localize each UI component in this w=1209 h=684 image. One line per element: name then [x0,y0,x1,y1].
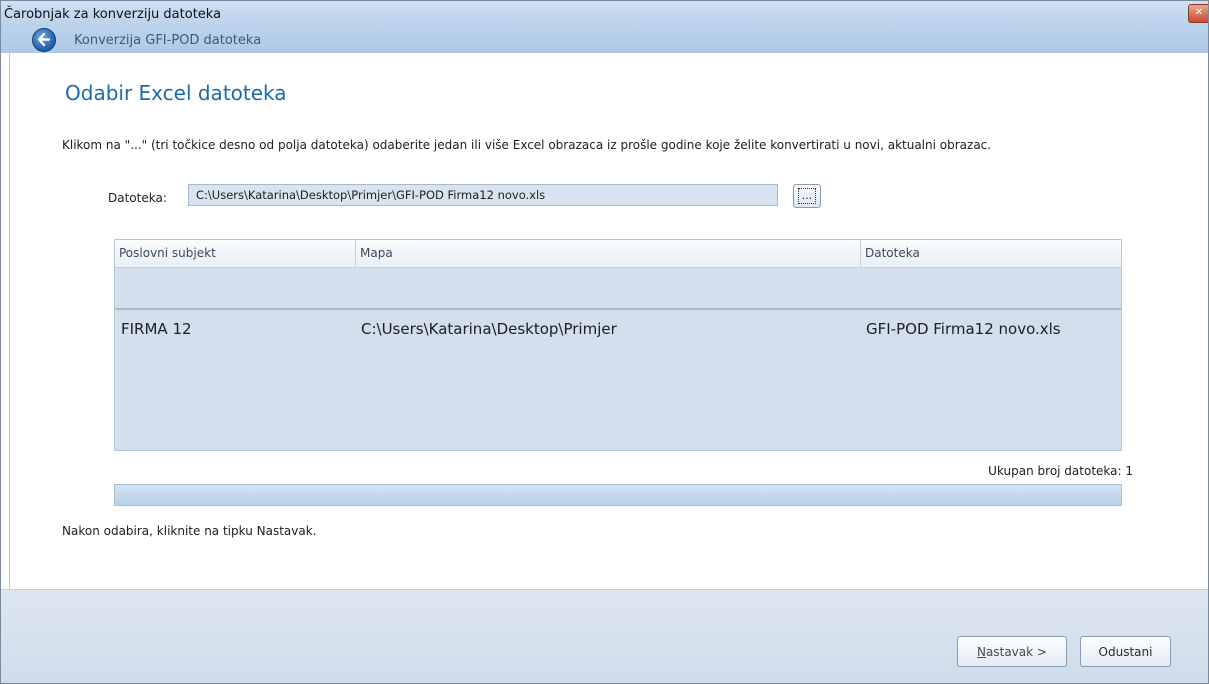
cell-subject: FIRMA 12 [121,320,192,338]
file-path-field[interactable]: C:\Users\Katarina\Desktop\Primjer\GFI-PO… [188,184,778,206]
table-header: Poslovni subjekt Mapa Datoteka [115,240,1121,268]
back-arrow-icon [37,32,51,47]
column-header-folder[interactable]: Mapa [355,240,860,267]
back-button[interactable] [32,28,56,52]
cell-file: GFI-POD Firma12 novo.xls [866,320,1061,338]
file-field-label: Datoteka: [108,191,167,205]
instruction-text: Klikom na "..." (tri točkice desno od po… [62,138,992,152]
wizard-nav-title: Konverzija GFI-POD datoteka [74,33,262,48]
total-files-count: Ukupan broj datoteka: 1 [988,464,1133,478]
footer-note: Nakon odabira, kliknite na tipku Nastava… [62,524,317,538]
window-title: Čarobnjak za konverziju datoteka [4,7,222,22]
title-bar: Čarobnjak za konverziju datoteka ✕ Konve… [1,1,1208,53]
table-filter-row[interactable] [115,268,1121,310]
next-button[interactable]: Nastavak > [957,636,1067,667]
files-table: Poslovni subjekt Mapa Datoteka FIRMA 12 … [114,239,1122,451]
table-row[interactable]: FIRMA 12 C:\Users\Katarina\Desktop\Primj… [115,310,1121,354]
conversion-wizard-window: Čarobnjak za konverziju datoteka ✕ Konve… [0,0,1209,684]
cell-folder: C:\Users\Katarina\Desktop\Primjer [361,320,617,338]
browse-button[interactable]: ... [793,184,821,208]
browse-button-label: ... [798,188,816,204]
close-button[interactable]: ✕ [1188,4,1208,23]
column-header-subject[interactable]: Poslovni subjekt [115,240,355,267]
column-header-file[interactable]: Datoteka [860,240,1123,267]
page-heading: Odabir Excel datoteka [65,81,287,105]
progress-bar [114,484,1122,506]
next-button-label: astavak > [986,644,1047,659]
next-button-mnemonic: N [977,644,987,659]
button-bar: Nastavak > Odustani [1,589,1208,683]
cancel-button[interactable]: Odustani [1080,636,1171,667]
